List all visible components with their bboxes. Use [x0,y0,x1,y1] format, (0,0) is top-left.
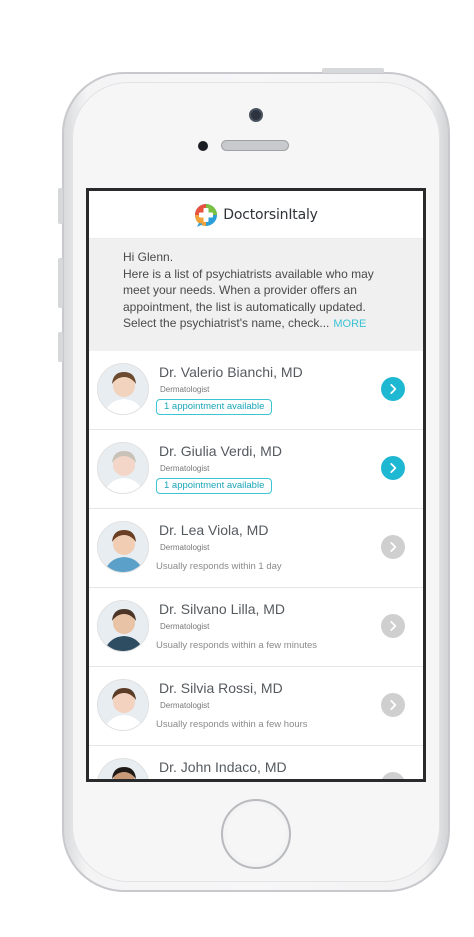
appointment-badge: 1 appointment available [156,478,273,494]
doctor-specialty: Dermatologist [160,543,210,552]
doctor-name[interactable]: Dr. Valerio Bianchi, MD [159,364,303,380]
doctor-name[interactable]: Dr. Giulia Verdi, MD [159,443,282,459]
doctor-list-item[interactable]: Dr. Valerio Bianchi, MD Dermatologist 1 ap… [89,351,423,430]
more-link[interactable]: MORE [333,318,366,330]
chevron-right-icon[interactable] [381,614,405,638]
doctor-name[interactable]: Dr. Lea Viola, MD [159,522,268,538]
doctor-name[interactable]: Dr. Silvano Lilla, MD [159,601,285,617]
chevron-right-icon[interactable] [381,456,405,480]
app-header: DoctorsinItaly [89,191,423,239]
chevron-right-icon[interactable] [381,377,405,401]
doctor-list-item[interactable]: Dr. Lea Viola, MD Dermatologist Usually re… [89,509,423,588]
doctor-list: Dr. Valerio Bianchi, MD Dermatologist 1 ap… [89,351,423,779]
chevron-right-icon[interactable] [381,772,405,779]
doctor-avatar-icon [97,600,149,652]
doctor-list-item[interactable]: Dr. John Indaco, MD [89,746,423,779]
doctor-name[interactable]: Dr. John Indaco, MD [159,759,287,775]
power-button [322,68,384,73]
app-screen: DoctorsinItaly Hi Glenn. Here is a list … [86,188,426,782]
logo-text: DoctorsinItaly [223,206,318,223]
chevron-right-icon[interactable] [381,535,405,559]
sensor-icon [198,141,208,151]
doctor-name[interactable]: Dr. Silvia Rossi, MD [159,680,283,696]
volume-up-button [58,258,63,308]
doctor-specialty: Dermatologist [160,701,210,710]
response-time-text: Usually responds within a few minutes [156,640,318,651]
appointment-badge: 1 appointment available [156,399,273,415]
front-camera-icon [249,108,263,122]
intro-message: Hi Glenn. Here is a list of psychiatrist… [89,239,423,351]
doctor-list-item[interactable]: Dr. Silvia Rossi, MD Dermatologist Usually… [89,667,423,746]
response-time-text: Usually responds within 1 day [156,561,282,572]
volume-down-button [58,332,63,362]
doctor-specialty: Dermatologist [160,622,210,631]
logo-icon [195,203,218,227]
doctor-avatar-icon [97,442,149,494]
mute-switch [58,188,63,224]
earpiece-speaker [221,140,289,151]
home-button[interactable] [221,799,291,869]
doctor-specialty: Dermatologist [160,385,210,394]
doctor-specialty: Dermatologist [160,464,210,473]
doctor-list-item[interactable]: Dr. Giulia Verdi, MD Dermatologist 1 appoi… [89,430,423,509]
doctor-avatar-icon [97,679,149,731]
doctor-avatar-icon [97,521,149,573]
chevron-right-icon[interactable] [381,693,405,717]
greeting-text: Hi Glenn. [123,250,174,264]
response-time-text: Usually responds within a few hours [156,719,308,730]
doctor-list-item[interactable]: Dr. Silvano Lilla, MD Dermatologist Usuall… [89,588,423,667]
doctor-avatar-icon [97,758,149,779]
doctor-avatar-icon [97,363,149,415]
